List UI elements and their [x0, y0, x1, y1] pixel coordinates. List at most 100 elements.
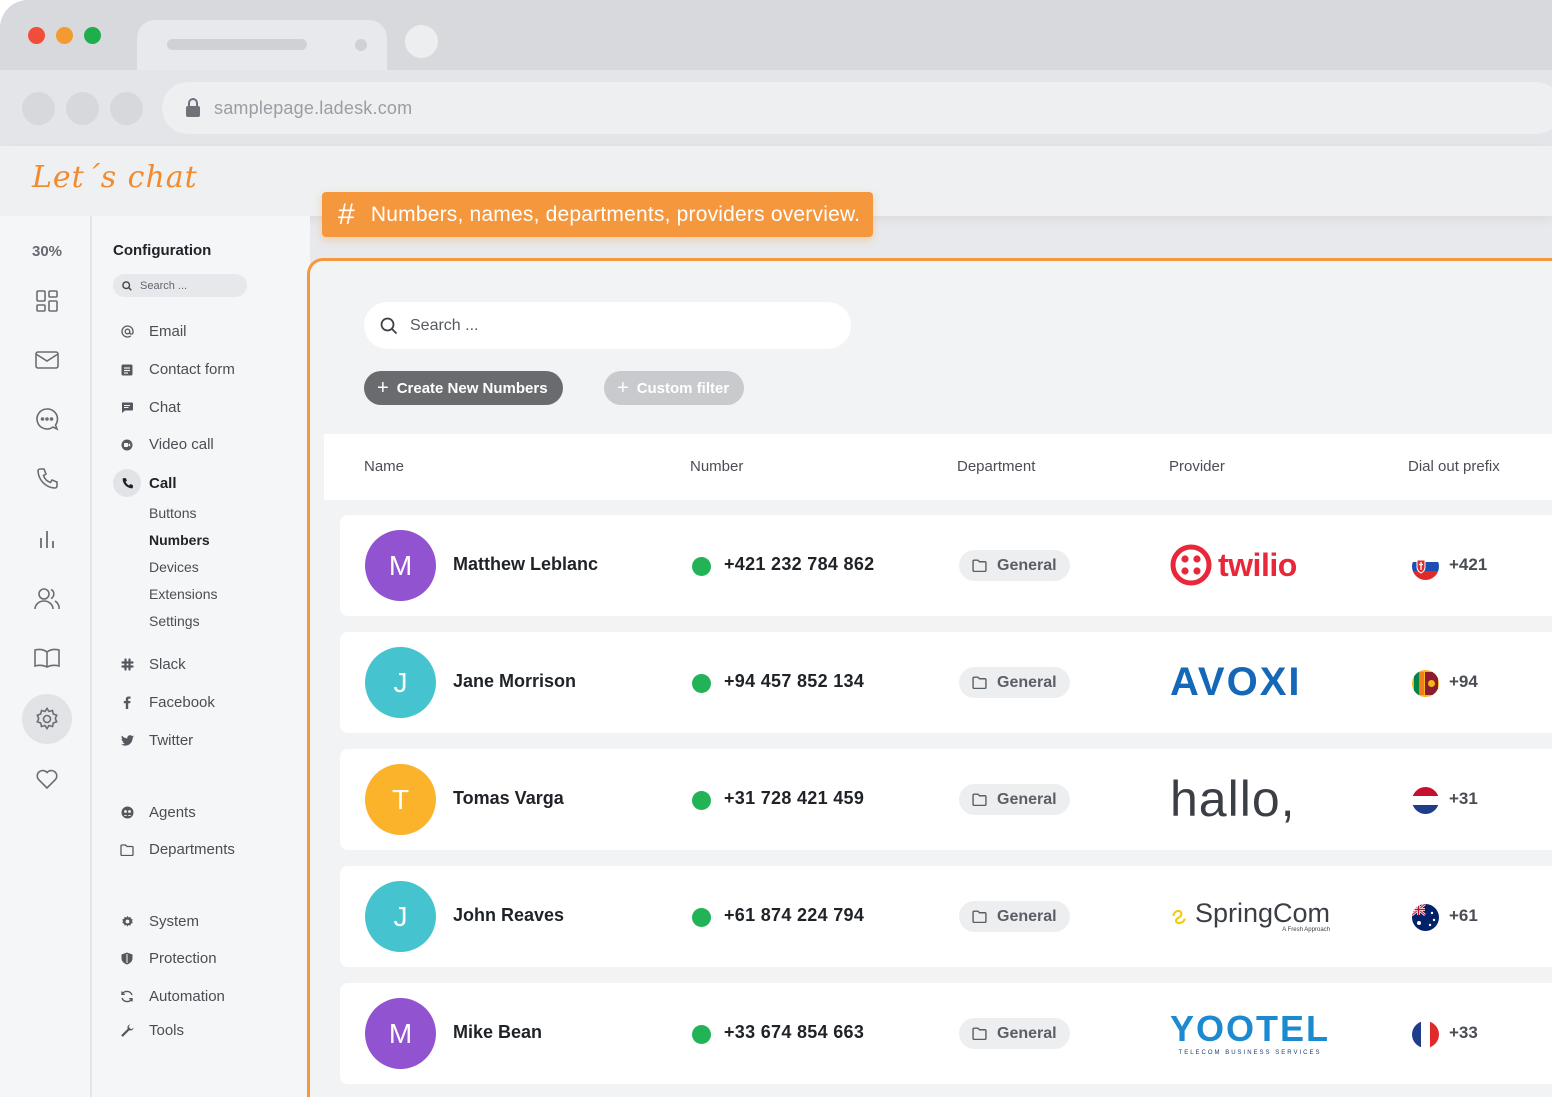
new-tab-button[interactable] — [405, 25, 438, 58]
menu-item-agents[interactable]: Agents — [120, 804, 196, 821]
automation-icon — [120, 990, 134, 1004]
mail-icon[interactable] — [22, 335, 72, 385]
menu-item-protection[interactable]: Protection — [120, 950, 217, 967]
chat-bubble-icon[interactable] — [22, 394, 72, 444]
agents-icon — [120, 806, 134, 820]
submenu-item-numbers[interactable]: Numbers — [149, 532, 210, 548]
dial-out-prefix: +421 — [1449, 555, 1488, 574]
column-number[interactable]: Number — [690, 458, 743, 475]
menu-item-label: Agents — [149, 804, 196, 821]
column-provider[interactable]: Provider — [1169, 458, 1225, 475]
submenu-item-devices[interactable]: Devices — [149, 559, 199, 575]
menu-item-facebook[interactable]: Facebook — [120, 694, 215, 711]
minimize-window-button[interactable] — [56, 27, 73, 44]
column-name[interactable]: Name — [364, 458, 404, 475]
create-new-numbers-button[interactable]: + Create New Numbers — [364, 371, 563, 405]
avatar: M — [365, 998, 436, 1069]
menu-item-contact-form[interactable]: Contact form — [120, 361, 235, 378]
dashboard-icon[interactable] — [22, 276, 72, 326]
numbers-search-input[interactable]: Search ... — [364, 302, 851, 349]
table-row[interactable]: M Mike Bean +33 674 854 663 General YOOT… — [340, 983, 1552, 1084]
users-icon[interactable] — [22, 574, 72, 624]
reports-icon[interactable] — [22, 514, 72, 564]
menu-item-automation[interactable]: Automation — [120, 988, 225, 1005]
forward-button[interactable] — [66, 92, 99, 125]
address-bar[interactable]: samplepage.ladesk.com — [162, 82, 1552, 134]
table-row[interactable]: T Tomas Varga +31 728 421 459 General ha… — [340, 749, 1552, 850]
phone-icon[interactable] — [22, 454, 72, 504]
table-row[interactable]: J Jane Morrison +94 457 852 134 General … — [340, 632, 1552, 733]
heart-icon[interactable] — [22, 754, 72, 804]
browser-tab[interactable] — [137, 20, 387, 72]
avatar: T — [365, 764, 436, 835]
menu-item-tools[interactable]: Tools — [120, 1022, 184, 1039]
department-label: General — [997, 907, 1057, 925]
tab-close-icon[interactable] — [355, 39, 367, 51]
provider-tagline: A Fresh Approach — [1282, 926, 1330, 933]
table-row[interactable]: M Matthew Leblanc +421 232 784 862 Gener… — [340, 515, 1552, 616]
facebook-icon — [120, 696, 134, 710]
plus-icon: + — [617, 376, 629, 399]
column-dial-out-prefix[interactable]: Dial out prefix — [1408, 458, 1500, 475]
avatar: M — [365, 530, 436, 601]
department-badge[interactable]: General — [959, 667, 1070, 698]
folder-icon — [972, 793, 987, 806]
menu-item-label: Tools — [149, 1022, 185, 1039]
department-badge[interactable]: General — [959, 901, 1070, 932]
department-label: General — [997, 556, 1057, 574]
menu-item-chat[interactable]: Chat — [120, 399, 181, 416]
filter-button-label: Custom filter — [636, 379, 730, 397]
menu-item-label: Protection — [149, 950, 217, 967]
online-status-dot — [692, 557, 711, 576]
back-button[interactable] — [22, 92, 55, 125]
submenu-item-settings[interactable]: Settings — [149, 613, 200, 629]
lock-icon — [186, 98, 200, 118]
menu-item-twitter[interactable]: Twitter — [120, 732, 193, 749]
custom-filter-button[interactable]: + Custom filter — [604, 371, 745, 405]
menu-item-label: Contact form — [149, 361, 235, 378]
book-icon[interactable] — [22, 633, 72, 683]
chat-icon — [120, 401, 134, 415]
dial-out-prefix: +94 — [1449, 672, 1478, 691]
submenu-item-extensions[interactable]: Extensions — [149, 586, 217, 602]
department-badge[interactable]: General — [959, 784, 1070, 815]
numbers-panel: Search ... + Create New Numbers + Custom… — [307, 258, 1552, 1097]
submenu-item-buttons[interactable]: Buttons — [149, 505, 196, 521]
online-status-dot — [692, 908, 711, 927]
brand-logo: Let´s chat — [32, 160, 198, 195]
menu-item-slack[interactable]: Slack — [120, 656, 186, 673]
online-status-dot — [692, 791, 711, 810]
close-window-button[interactable] — [28, 27, 45, 44]
slack-icon — [120, 658, 134, 672]
maximize-window-button[interactable] — [84, 27, 101, 44]
menu-title: Configuration — [113, 242, 212, 259]
settings-icon[interactable] — [22, 694, 72, 744]
menu-item-label: Call — [149, 474, 177, 492]
contact-name: Jane Morrison — [453, 671, 577, 691]
twilio-logo-mark — [1170, 544, 1212, 586]
search-icon — [122, 280, 132, 291]
browser-titlebar — [0, 0, 1552, 72]
reload-button[interactable] — [110, 92, 143, 125]
online-status-dot — [692, 674, 711, 693]
browser-toolbar: samplepage.ladesk.com — [0, 70, 1552, 146]
department-badge[interactable]: General — [959, 550, 1070, 581]
menu-item-label: Video call — [149, 436, 214, 453]
shield-icon — [120, 952, 134, 966]
menu-item-call[interactable]: Call — [113, 469, 177, 497]
menu-search-input[interactable]: Search ... — [113, 274, 247, 297]
phone-number: +421 232 784 862 — [724, 554, 875, 574]
menu-item-departments[interactable]: Departments — [120, 841, 235, 858]
table-row[interactable]: J John Reaves +61 874 224 794 General Sp… — [340, 866, 1552, 967]
menu-item-video-call[interactable]: Video call — [120, 436, 214, 453]
menu-item-email[interactable]: Email — [120, 323, 187, 340]
table-header: Name Number Department Provider Dial out… — [324, 434, 1552, 500]
folder-icon — [972, 910, 987, 923]
department-badge[interactable]: General — [959, 1018, 1070, 1049]
provider-logo-springcom: SpringCom A Fresh Approach — [1170, 886, 1330, 946]
phone-icon — [113, 469, 141, 497]
sidebar: 30% Configuration Search ... Email Conta… — [0, 216, 310, 1097]
column-department[interactable]: Department — [957, 458, 1035, 475]
menu-item-system[interactable]: System — [120, 913, 199, 930]
menu-item-label: Email — [149, 323, 187, 340]
